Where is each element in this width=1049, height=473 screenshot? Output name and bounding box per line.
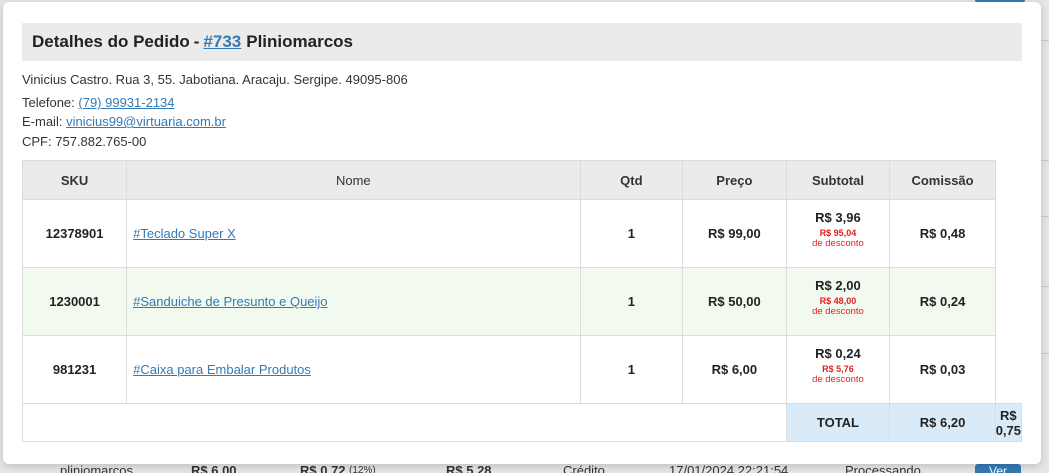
row-subtotal: R$ 3,96 R$ 95,04 de desconto (785, 199, 891, 268)
header-commission: Comissão (889, 160, 996, 200)
discount-value: R$ 95,04 (819, 228, 857, 238)
background-divider (1041, 216, 1049, 217)
discount-label: de desconto (812, 238, 864, 249)
table-header-row: SKU Nome Qtd Preço Subtotal Comissão (21, 160, 1022, 200)
subtotal-value: R$ 3,96 (815, 210, 861, 225)
discount-value: R$ 48,00 (819, 296, 857, 306)
background-divider (1041, 160, 1049, 161)
bg-commission-pct: (12%) (349, 465, 376, 473)
header-qty: Qtd (579, 160, 684, 200)
row-price: R$ 50,00 (682, 267, 787, 336)
total-subtotal: R$ 6,20 (889, 403, 996, 442)
row-qty: 1 (579, 199, 684, 268)
row-commission: R$ 0,03 (889, 335, 996, 404)
header-price: Preço (682, 160, 787, 200)
customer-cpf: CPF: 757.882.765-00 (22, 134, 146, 149)
customer-phone: Telefone: (79) 99931-2134 (22, 95, 175, 110)
table-row: 1230001 #Sanduiche de Presunto e Queijo … (21, 267, 1022, 336)
background-divider (1041, 353, 1049, 354)
row-subtotal: R$ 0,24 R$ 5,76 de desconto (785, 335, 891, 404)
row-qty: 1 (579, 335, 684, 404)
table-row: 12378901 #Teclado Super X 1 R$ 99,00 R$ … (21, 199, 1022, 268)
row-sku: 981231 (21, 335, 128, 404)
subtotal-value: R$ 2,00 (815, 278, 861, 293)
header-subtotal: Subtotal (785, 160, 891, 200)
background-divider (1041, 40, 1049, 41)
bg-price: R$ 6,00 (191, 463, 237, 473)
seller-name: Pliniomarcos (246, 32, 354, 51)
row-commission: R$ 0,24 (889, 267, 996, 336)
subtotal-value: R$ 0,24 (815, 346, 861, 361)
phone-link[interactable]: (79) 99931-2134 (78, 95, 174, 110)
order-number-link[interactable]: #733 (203, 32, 241, 52)
row-subtotal: R$ 2,00 R$ 48,00 de desconto (785, 267, 891, 336)
cpf-value: 757.882.765-00 (55, 134, 147, 149)
phone-label: Telefone: (22, 95, 75, 110)
row-qty: 1 (579, 267, 684, 336)
total-label: TOTAL (785, 403, 891, 442)
row-sku: 12378901 (21, 199, 128, 268)
email-label: E-mail: (22, 114, 63, 129)
discount-value: R$ 5,76 (822, 364, 854, 374)
total-spacer (22, 403, 786, 442)
bg-view-button[interactable]: Ver (975, 464, 1021, 473)
email-link[interactable]: vinicius99@virtuaria.com.br (66, 114, 226, 129)
bg-payment: Crédito (563, 463, 605, 473)
discount-label: de desconto (812, 306, 864, 317)
cpf-label: CPF: (22, 134, 52, 149)
customer-address: Vinicius Castro. Rua 3, 55. Jabotiana. A… (22, 72, 408, 87)
bg-status: Processando (845, 463, 921, 473)
row-sku: 1230001 (21, 267, 128, 336)
bg-date: 17/01/2024 22:21:54 (669, 463, 789, 473)
row-name: #Sanduiche de Presunto e Queijo (126, 267, 581, 336)
header-sku: SKU (21, 160, 128, 200)
header-name: Nome (126, 160, 581, 200)
product-link[interactable]: #Caixa para Embalar Produtos (133, 362, 311, 377)
row-price: R$ 6,00 (682, 335, 787, 404)
discount-label: de desconto (812, 374, 864, 385)
row-price: R$ 99,00 (682, 199, 787, 268)
background-divider (1041, 286, 1049, 287)
product-link[interactable]: #Sanduiche de Presunto e Queijo (133, 294, 327, 309)
order-items-table: SKU Nome Qtd Preço Subtotal Comissão 123… (21, 160, 1023, 442)
total-row: TOTAL R$ 6,20 R$ 0,75 (22, 403, 1023, 442)
title-separator: - (193, 32, 200, 51)
total-commission: R$ 0,75 (994, 403, 1023, 442)
customer-email: E-mail: vinicius99@virtuaria.com.br (22, 114, 226, 129)
row-name: #Caixa para Embalar Produtos (126, 335, 581, 404)
product-link[interactable]: #Teclado Super X (133, 226, 236, 241)
order-details-modal: Detalhes do Pedido - #733 Pliniomarcos V… (3, 2, 1041, 464)
table-row: 981231 #Caixa para Embalar Produtos 1 R$… (21, 335, 1022, 404)
row-commission: R$ 0,48 (889, 199, 996, 268)
bg-seller: pliniomarcos (60, 463, 133, 473)
bg-commission: R$ 0,72 (300, 463, 346, 473)
modal-title: Detalhes do Pedido (32, 32, 190, 51)
bg-value: R$ 5,28 (446, 463, 492, 473)
modal-header: Detalhes do Pedido - #733 Pliniomarcos (22, 23, 1022, 61)
row-name: #Teclado Super X (126, 199, 581, 268)
